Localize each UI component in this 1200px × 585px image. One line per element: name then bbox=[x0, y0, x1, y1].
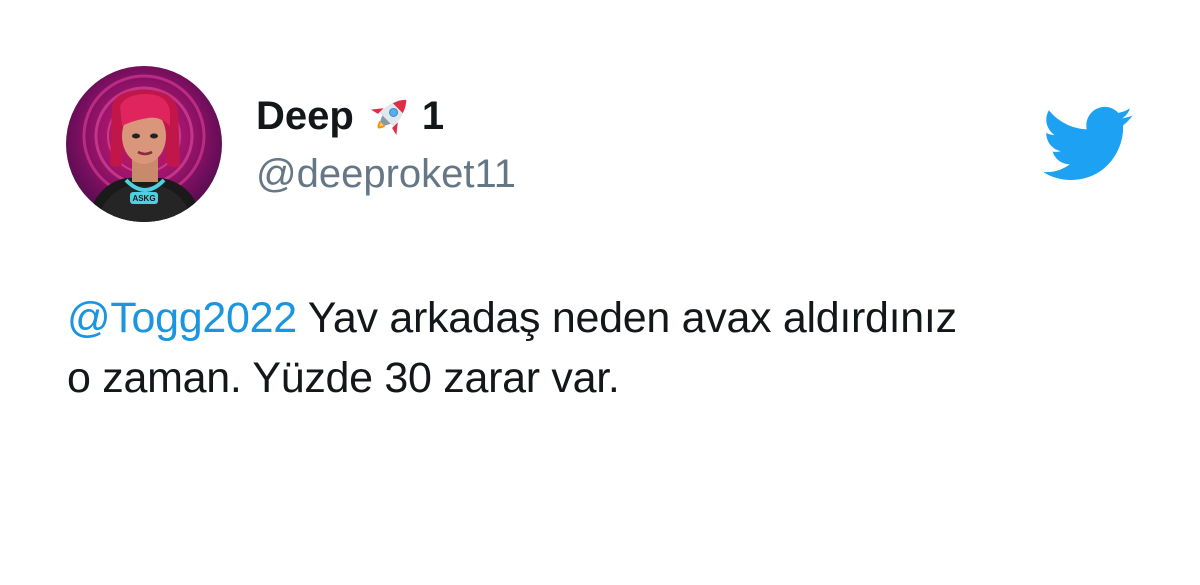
mention-link[interactable]: @Togg2022 bbox=[67, 294, 297, 342]
display-name-text: Deep bbox=[256, 94, 354, 138]
rocket-icon bbox=[362, 91, 418, 141]
display-name[interactable]: Deep 1 bbox=[256, 86, 516, 146]
avatar-image: ASKG bbox=[66, 66, 222, 222]
user-block: Deep 1 @deeproket11 bbox=[256, 86, 516, 202]
tweet-text-line1: Yav arkadaş neden avax aldırdınız bbox=[296, 294, 957, 342]
twitter-bird-icon[interactable] bbox=[1042, 106, 1134, 182]
tweet-text: @Togg2022 Yav arkadaş neden avax aldırdı… bbox=[67, 288, 1147, 408]
avatar[interactable]: ASKG bbox=[66, 66, 222, 222]
display-name-suffix: 1 bbox=[421, 94, 445, 138]
user-handle[interactable]: @deeproket11 bbox=[256, 146, 516, 202]
avatar-necklace-text: ASKG bbox=[132, 194, 155, 203]
tweet-text-line2: o zaman. Yüzde 30 zarar var. bbox=[67, 354, 620, 402]
